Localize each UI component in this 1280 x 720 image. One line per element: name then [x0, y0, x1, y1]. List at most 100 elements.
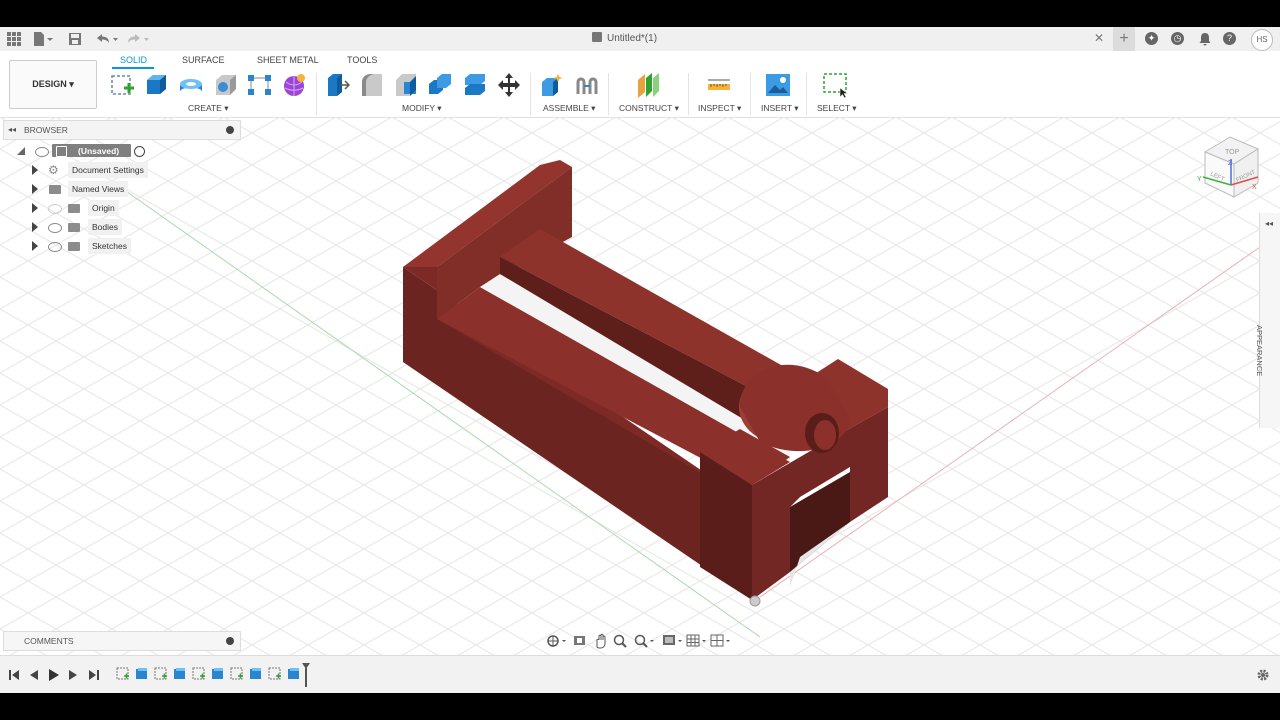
tab-surface[interactable]: SURFACE — [182, 55, 225, 65]
pattern-icon[interactable] — [247, 72, 273, 98]
move-copy-icon[interactable] — [496, 72, 522, 98]
go-to-end-icon[interactable] — [87, 668, 101, 682]
browser-item-named-views[interactable]: Named Views — [30, 181, 160, 197]
timeline-sketch-feature[interactable] — [192, 667, 205, 680]
timeline-sketch-feature[interactable] — [154, 667, 167, 680]
visibility-eye-icon[interactable] — [48, 242, 62, 252]
timeline-extrude-feature[interactable] — [212, 668, 223, 679]
revolve-icon[interactable] — [178, 72, 204, 98]
undo-icon[interactable] — [93, 31, 119, 47]
expand-triangle-icon[interactable] — [32, 241, 38, 251]
browser-root-row[interactable]: (Unsaved) — [16, 143, 156, 159]
close-tab-icon[interactable]: ✕ — [1094, 31, 1104, 45]
assemble-menu[interactable]: ASSEMBLE ▾ — [543, 103, 595, 114]
expand-triangle-icon[interactable] — [32, 203, 38, 213]
play-icon[interactable] — [46, 668, 60, 682]
construct-menu[interactable]: CONSTRUCT ▾ — [619, 103, 679, 114]
fit-icon[interactable] — [634, 634, 655, 648]
folder-icon — [68, 223, 80, 232]
timeline-sketch-feature[interactable] — [230, 667, 243, 680]
help-icon[interactable]: ? — [1223, 32, 1236, 45]
offset-plane-icon[interactable] — [635, 72, 661, 98]
model-canvas[interactable]: TOP FRONT LEFT Z X Y — [0, 117, 1280, 655]
step-forward-icon[interactable] — [66, 668, 80, 682]
select-menu[interactable]: SELECT ▾ — [817, 103, 857, 114]
gear-icon: ⚙ — [48, 163, 59, 177]
tab-sheet-metal[interactable]: SHEET METAL — [257, 55, 319, 65]
job-status-icon[interactable]: ◷ — [1171, 32, 1184, 45]
chamfer-icon[interactable] — [393, 72, 419, 98]
visibility-eye-icon[interactable] — [35, 147, 49, 157]
zoom-icon[interactable] — [613, 634, 627, 648]
orbit-icon[interactable] — [547, 635, 566, 647]
timeline-extrude-feature[interactable] — [250, 668, 261, 679]
browser-item-document-settings[interactable]: ⚙ Document Settings — [30, 162, 160, 178]
save-icon[interactable] — [67, 31, 83, 47]
extensions-icon[interactable]: ✦ — [1145, 32, 1158, 45]
activate-radio-icon[interactable] — [134, 146, 145, 157]
new-component-icon[interactable] — [539, 72, 565, 98]
timeline-extrude-feature[interactable] — [174, 668, 185, 679]
component-icon — [56, 146, 67, 157]
browser-item-sketches[interactable]: Sketches — [30, 238, 160, 254]
collapse-left-icon[interactable]: ◂◂ — [8, 121, 16, 139]
combine-icon[interactable] — [427, 72, 453, 98]
modify-menu[interactable]: MODIFY ▾ — [402, 103, 442, 114]
notifications-icon[interactable] — [1197, 31, 1213, 47]
step-back-icon[interactable] — [27, 668, 41, 682]
redo-icon[interactable] — [124, 31, 150, 47]
app-grid-icon[interactable] — [6, 31, 22, 47]
pan-icon[interactable] — [596, 633, 606, 649]
collapse-triangle-icon[interactable] — [16, 146, 26, 156]
document-tab[interactable]: Untitled*(1) — [592, 31, 657, 47]
workspace-switcher[interactable]: DESIGN ▾ — [9, 60, 97, 109]
timeline-sketch-feature[interactable] — [116, 667, 129, 680]
new-tab-button[interactable]: + — [1113, 27, 1135, 51]
create-sketch-icon[interactable] — [110, 72, 136, 98]
viewports-icon[interactable] — [710, 634, 730, 647]
user-avatar[interactable]: HS — [1251, 29, 1273, 51]
tab-tools[interactable]: TOOLS — [347, 55, 377, 65]
boss-hole-inner — [814, 420, 836, 450]
extrude-icon[interactable] — [143, 72, 169, 98]
joint-icon[interactable] — [574, 72, 600, 98]
timeline-sketch-feature[interactable] — [268, 667, 281, 680]
browser-item-origin[interactable]: Origin — [30, 200, 160, 216]
comments-add-icon[interactable] — [226, 637, 234, 645]
tab-solid[interactable]: SOLID — [120, 55, 147, 65]
look-at-icon[interactable] — [574, 636, 585, 645]
ribbon-separator — [688, 73, 689, 115]
file-menu-icon[interactable] — [32, 31, 54, 47]
create-menu[interactable]: CREATE ▾ — [188, 103, 228, 114]
timeline-settings-icon[interactable] — [1256, 668, 1270, 682]
viewport[interactable]: TOP FRONT LEFT Z X Y ◂◂ BROWSER (Unsaved… — [0, 117, 1280, 655]
browser-header[interactable]: ◂◂ BROWSER — [3, 120, 241, 140]
viewcube-top-label[interactable]: TOP — [1225, 149, 1240, 156]
expand-triangle-icon[interactable] — [32, 222, 38, 232]
expand-panel-icon[interactable]: ◂◂ — [1265, 219, 1273, 228]
create-form-icon[interactable] — [281, 72, 307, 98]
visibility-eye-icon[interactable] — [48, 223, 62, 233]
expand-triangle-icon[interactable] — [32, 165, 38, 175]
timeline-extrude-feature[interactable] — [136, 668, 147, 679]
insert-image-icon[interactable] — [765, 72, 791, 98]
expand-triangle-icon[interactable] — [32, 184, 38, 194]
browser-item-bodies[interactable]: Bodies — [30, 219, 160, 235]
browser-pin-icon[interactable] — [226, 126, 234, 134]
go-to-start-icon[interactable] — [7, 668, 21, 682]
hole-icon[interactable] — [213, 72, 239, 98]
inspect-menu[interactable]: INSPECT ▾ — [698, 103, 741, 114]
split-body-icon[interactable] — [462, 72, 488, 98]
hidden-eye-icon[interactable] — [48, 204, 62, 214]
insert-menu[interactable]: INSERT ▾ — [761, 103, 799, 114]
timeline-extrude-feature[interactable] — [288, 668, 299, 679]
selection-window-icon[interactable] — [822, 72, 848, 98]
comments-header[interactable]: COMMENTS — [3, 631, 241, 651]
timeline-marker[interactable] — [301, 662, 311, 688]
display-settings-icon[interactable] — [663, 635, 682, 645]
fillet-icon[interactable] — [359, 72, 385, 98]
grid-settings-icon[interactable] — [686, 634, 706, 647]
press-pull-icon[interactable] — [324, 72, 350, 98]
measure-icon[interactable] — [706, 72, 732, 98]
appearance-panel-tab[interactable]: ◂◂ APPEARANCE — [1255, 213, 1280, 428]
